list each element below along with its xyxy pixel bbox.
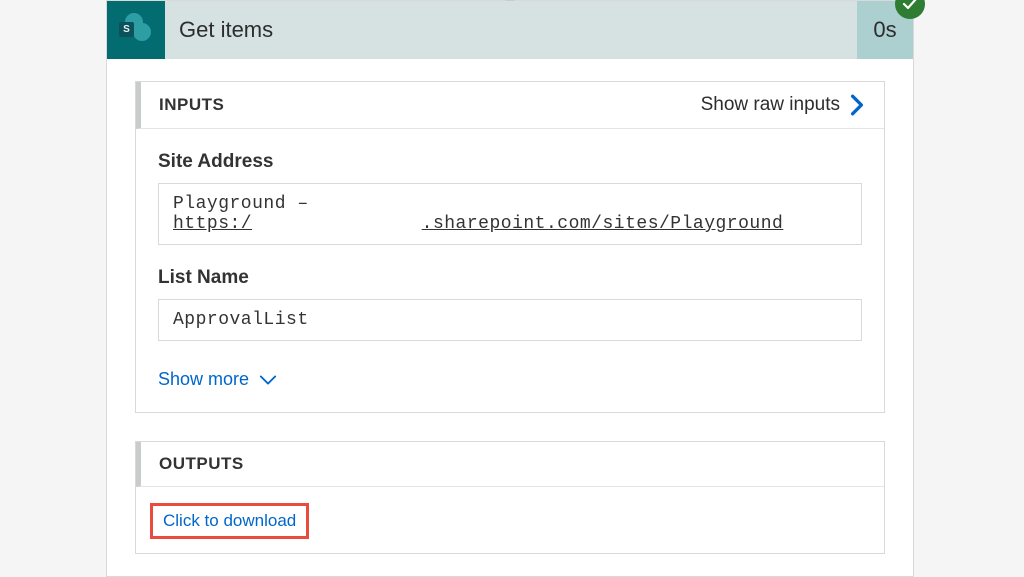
outputs-header: OUTPUTS [136,442,884,487]
action-body: INPUTS Show raw inputs Site Address Play… [107,59,913,576]
chevron-right-icon [848,94,866,116]
site-address-label: Site Address [158,151,862,173]
site-address-field: Site Address Playground – https:/ .share… [158,151,862,245]
download-highlight-box: Click to download [150,503,309,539]
inputs-section: INPUTS Show raw inputs Site Address Play… [135,81,885,413]
show-raw-inputs-label: Show raw inputs [701,94,840,116]
action-header[interactable]: S Get items 0s [107,1,913,59]
click-to-download-link[interactable]: Click to download [163,511,296,530]
list-name-value[interactable]: ApprovalList [158,299,862,341]
chevron-down-icon [259,374,277,386]
inputs-content: Site Address Playground – https:/ .share… [136,129,884,412]
show-more-button[interactable]: Show more [158,369,277,390]
sharepoint-icon: S [107,1,165,59]
outputs-content: Click to download [136,487,884,553]
show-more-label: Show more [158,369,249,390]
action-title: Get items [165,17,857,43]
show-raw-inputs-button[interactable]: Show raw inputs [701,94,866,116]
action-card: S Get items 0s INPUTS Show raw inputs Si… [106,0,914,577]
inputs-header: INPUTS Show raw inputs [136,82,884,129]
outputs-section: OUTPUTS Click to download [135,441,885,554]
site-address-value[interactable]: Playground – https:/ .sharepoint.com/sit… [158,183,862,245]
inputs-title: INPUTS [159,95,701,115]
list-name-label: List Name [158,267,862,289]
list-name-field: List Name ApprovalList [158,267,862,341]
outputs-title: OUTPUTS [159,454,866,474]
